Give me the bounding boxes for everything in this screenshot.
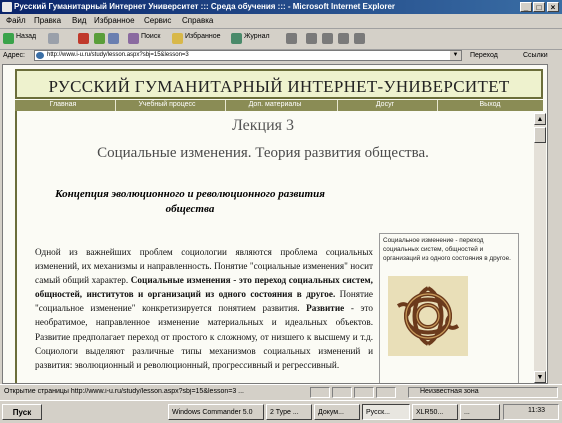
favorites-button[interactable]: Избранное [185,33,220,40]
site-banner: РУССКИЙ ГУМАНИТАРНЫЙ ИНТЕРНЕТ-УНИВЕРСИТЕ… [15,69,543,99]
task-button-active[interactable]: Русск... [362,404,410,420]
home-icon[interactable] [108,33,119,44]
nav-leisure[interactable]: Досуг [355,101,415,108]
start-button[interactable]: Пуск [2,404,42,420]
nav-exit[interactable]: Выход [455,101,525,108]
title-bar: Русский Гуманитарный Интернет Университе… [0,0,562,14]
task-button[interactable]: Докум... [314,404,360,420]
menu-file[interactable]: Файл [6,16,26,25]
lecture-number: Лекция 3 [231,117,295,134]
url-input[interactable]: http://www.i-u.ru/study/lesson.aspx?sbj=… [34,50,462,61]
side-note-box: Социальное изменение - переход социальны… [379,233,519,383]
task-button[interactable]: 2 Type ... [266,404,312,420]
search-icon[interactable] [128,33,139,44]
status-cell [376,387,396,398]
nav-study[interactable]: Учебный процесс [127,101,207,108]
menu-tools[interactable]: Сервис [144,16,171,25]
toolbar: Назад Поиск Избранное Журнал [0,29,562,50]
vertical-scrollbar[interactable]: ▲ ▼ [534,113,546,383]
back-arrow-icon[interactable] [3,33,14,44]
address-dropdown-icon[interactable]: ▼ [450,51,461,60]
status-text: Открытие страницы http://www.i-u.ru/stud… [4,388,244,395]
nav-divider [225,100,226,111]
scroll-down-icon[interactable]: ▼ [534,371,546,383]
menu-help[interactable]: Справка [182,16,213,25]
stop-icon[interactable] [78,33,89,44]
edit-icon[interactable] [322,33,333,44]
site-title: РУССКИЙ ГУМАНИТАРНЫЙ ИНТЕРНЕТ-УНИВЕРСИТЕ… [48,77,510,96]
lecture-topic: Социальные изменения. Теория развития об… [97,145,429,161]
maximize-button[interactable]: □ [533,2,545,12]
lecture-paragraph: Одной из важнейших проблем социологии яв… [35,245,373,372]
task-button[interactable]: ... [460,404,500,420]
status-cell [332,387,352,398]
scroll-up-icon[interactable]: ▲ [534,113,546,125]
status-cell [354,387,374,398]
address-bar: Адрес: http://www.i-u.ru/study/lesson.as… [0,49,562,63]
status-cell [310,387,330,398]
back-button[interactable]: Назад [16,33,36,40]
history-button[interactable]: Журнал [244,33,270,40]
forward-arrow-icon[interactable] [48,33,59,44]
page-content: РУССКИЙ ГУМАНИТАРНЫЙ ИНТЕРНЕТ-УНИВЕРСИТЕ… [2,64,548,384]
nav-divider [437,100,438,111]
print-icon[interactable] [306,33,317,44]
favorites-icon[interactable] [172,33,183,44]
history-icon[interactable] [231,33,242,44]
clock: 11:33 [528,407,545,414]
nav-divider [115,100,116,111]
page-icon [36,52,44,59]
discuss-icon[interactable] [338,33,349,44]
close-button[interactable]: × [547,2,559,12]
go-button[interactable]: Переход [470,52,498,59]
ie-icon [2,2,12,12]
nav-materials[interactable]: Доп. материалы [235,101,315,108]
section-heading: Концепция эволюционного и революционного… [55,188,325,215]
address-label: Адрес: [3,52,25,59]
menu-edit[interactable]: Правка [34,16,61,25]
mail-icon[interactable] [286,33,297,44]
menu-view[interactable]: Вид [72,16,86,25]
nav-home[interactable]: Главная [33,101,93,108]
side-note: Социальное изменение - переход социальны… [383,237,511,262]
status-bar: Открытие страницы http://www.i-u.ru/stud… [0,384,562,400]
scroll-thumb[interactable] [534,127,546,143]
celtic-ornament-image [388,276,468,356]
security-zone: Неизвестная зона [420,388,479,395]
site-nav: Главная Учебный процесс Доп. материалы Д… [15,100,543,111]
url-text: http://www.i-u.ru/study/lesson.aspx?sbj=… [47,52,189,58]
links-button[interactable]: Ссылки [523,52,548,59]
menu-bar: Файл Правка Вид Избранное Сервис Справка [0,14,562,29]
refresh-icon[interactable] [94,33,105,44]
menu-favorites[interactable]: Избранное [94,16,135,25]
search-button[interactable]: Поиск [141,33,160,40]
minimize-button[interactable]: _ [520,2,532,12]
nav-divider [337,100,338,111]
term-text: Развитие [306,303,345,314]
taskbar: Пуск Windows Commander 5.0 2 Type ... До… [0,400,562,423]
messenger-icon[interactable] [354,33,365,44]
task-button[interactable]: XLR50... [412,404,458,420]
window-title: Русский Гуманитарный Интернет Университе… [14,2,396,11]
task-button[interactable]: Windows Commander 5.0 [168,404,264,420]
